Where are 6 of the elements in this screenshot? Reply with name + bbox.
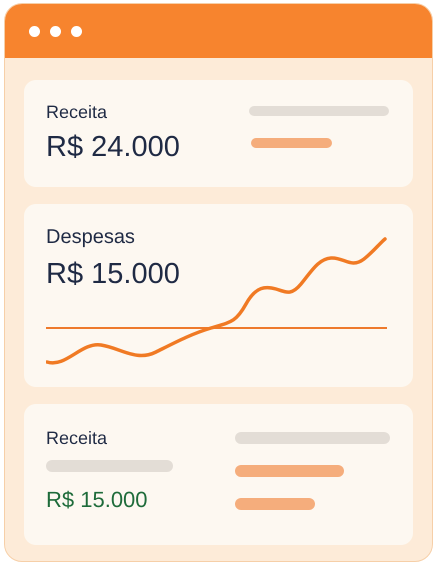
amount-value: R$ 15.000	[46, 257, 180, 292]
amount-value: R$ 24.000	[46, 130, 180, 165]
card-label: Receita	[46, 427, 108, 450]
card-label: Despesas	[46, 225, 135, 250]
amount-value: R$ 15.000	[46, 486, 148, 514]
card-label: Receita	[46, 101, 108, 124]
